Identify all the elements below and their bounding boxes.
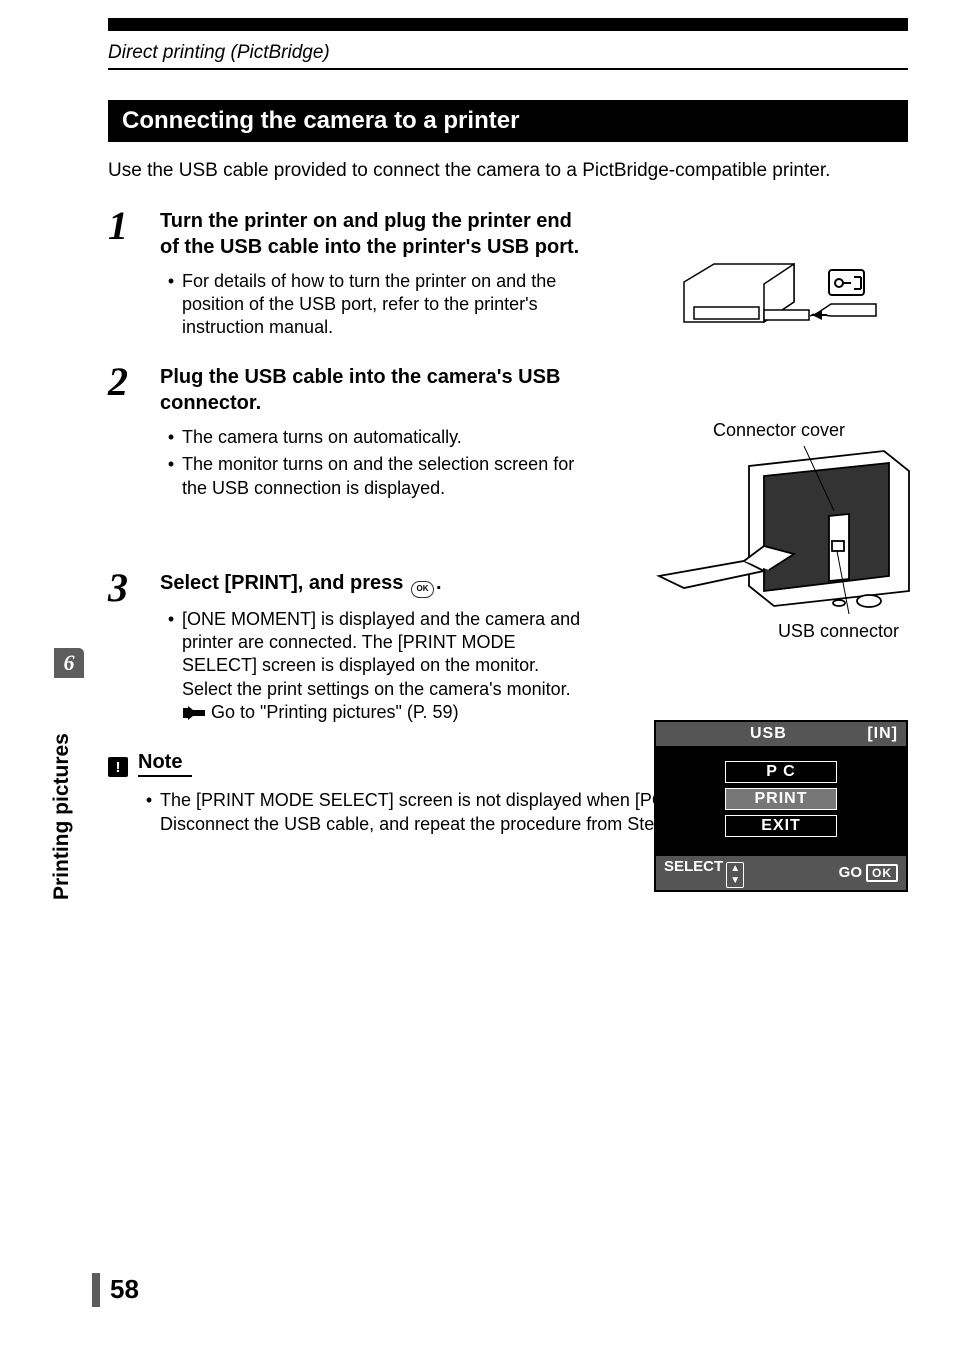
bullet-text: For details of how to turn the printer o…	[182, 270, 580, 340]
ok-button-icon: OK	[411, 581, 434, 598]
page: Direct printing (PictBridge) 6 Printing …	[0, 0, 954, 1357]
lcd-title: USB	[750, 725, 787, 743]
header-bar	[108, 18, 908, 31]
pointer-icon	[182, 705, 208, 721]
header-rule	[108, 68, 908, 70]
bullet-text: The camera turns on automatically.	[182, 426, 462, 449]
bullet-text: The monitor turns on and the selection s…	[182, 453, 580, 500]
page-number-bar	[92, 1273, 100, 1307]
intro-paragraph: Use the USB cable provided to connect th…	[108, 158, 908, 184]
page-number: 58	[110, 1274, 139, 1305]
lcd-screen-illustration: . USB [IN] P C PRINT EXIT SELECT▲▼ GOOK	[654, 720, 904, 892]
ok-box-icon: OK	[866, 864, 898, 882]
step-number: 2	[108, 364, 160, 500]
lcd-go-label: GOOK	[839, 864, 898, 882]
lcd-in-indicator: [IN]	[867, 725, 898, 743]
goto-reference: Go to "Printing pictures" (P. 59)	[182, 701, 459, 724]
updown-icon: ▲▼	[726, 862, 744, 888]
step-title-text: Select [PRINT], and press	[160, 572, 409, 594]
goto-text: Go to "Printing pictures" (P. 59)	[211, 701, 459, 724]
section-heading: Connecting the camera to a printer	[108, 100, 908, 142]
chapter-tab: 6	[54, 648, 84, 678]
connector-cover-callout: Connector cover	[654, 420, 904, 441]
printer-illustration	[664, 252, 894, 352]
bullet-item: • The camera turns on automatically.	[160, 426, 580, 449]
camera-illustration: Connector cover USB connector	[654, 420, 904, 650]
step-title-suffix: .	[436, 572, 442, 594]
bullet-text: [ONE MOMENT] is displayed and the camera…	[182, 609, 580, 699]
exclamation-icon: !	[108, 757, 128, 777]
bullet-item: • For details of how to turn the printer…	[160, 270, 580, 340]
step-title: Select [PRINT], and press OK.	[160, 570, 590, 598]
step-title: Turn the printer on and plug the printer…	[160, 208, 580, 260]
lcd-select-label: SELECT▲▼	[664, 858, 744, 888]
side-section-label: Printing pictures	[50, 733, 74, 900]
bullet-item: • The monitor turns on and the selection…	[160, 453, 580, 500]
note-label: Note	[138, 751, 192, 777]
lcd-option-print: PRINT	[725, 788, 837, 810]
step-title: Plug the USB cable into the camera's USB…	[160, 364, 580, 416]
step-number: 3	[108, 570, 160, 727]
running-head: Direct printing (PictBridge)	[108, 42, 330, 64]
lcd-option-pc: P C	[725, 761, 837, 783]
lcd-option-exit: EXIT	[725, 815, 837, 837]
usb-connector-callout: USB connector	[654, 621, 904, 642]
bullet-item: • [ONE MOMENT] is displayed and the came…	[160, 608, 590, 728]
step-number: 1	[108, 208, 160, 340]
